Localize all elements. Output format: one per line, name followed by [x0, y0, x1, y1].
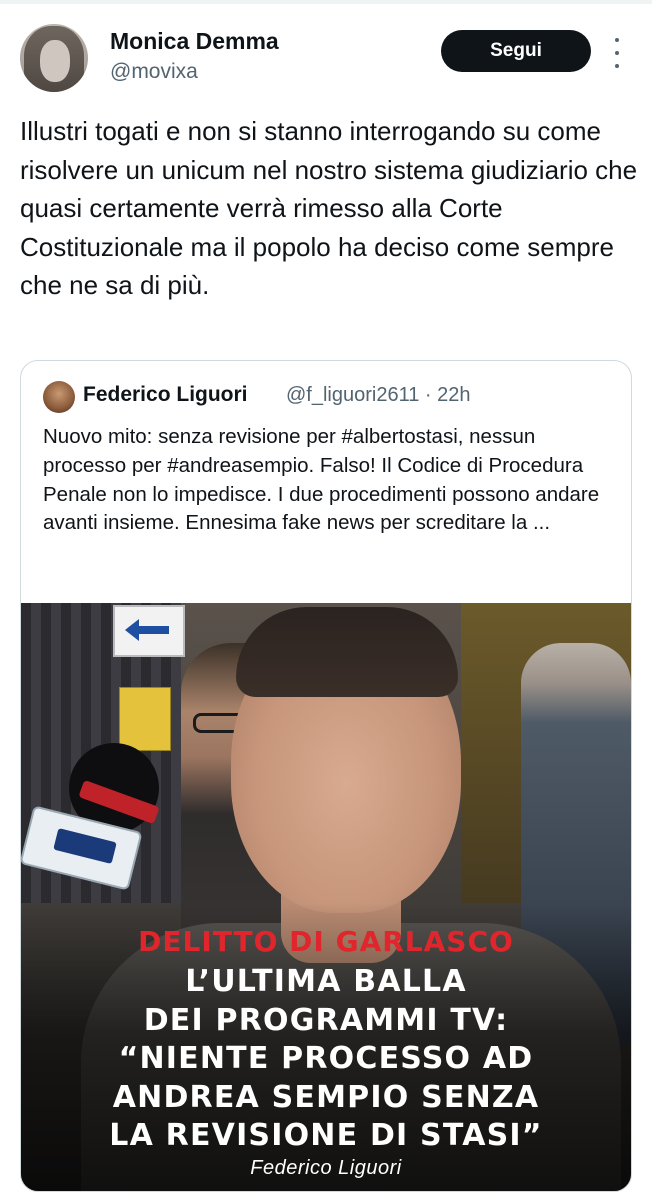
author-display-name[interactable]: Monica Demma: [110, 28, 279, 55]
media-headline-line: LA REVISIONE DI STASI”: [109, 1118, 543, 1153]
tweet-text: Illustri togati e non si stanno interrog…: [20, 116, 638, 301]
quoted-author-name[interactable]: Federico Liguori: [83, 383, 248, 407]
author-avatar[interactable]: [20, 24, 88, 92]
media-headline-line: DEI PROGRAMMI TV:: [143, 1002, 509, 1038]
media-headline-line: “NIENTE PROCESSO AD: [118, 1041, 534, 1076]
subject-hair: [236, 607, 458, 697]
quoted-tweet-text: Nuovo mito: senza revisione per #alberto…: [43, 425, 600, 535]
media-headline-red: DELITTO DI GARLASCO: [138, 925, 514, 958]
more-vertical-icon[interactable]: [609, 38, 625, 68]
quoted-author-handle-time: @f_liguori2611 · 22h: [286, 384, 471, 406]
notice-sign: [119, 687, 171, 751]
author-handle[interactable]: @movixa: [110, 60, 198, 84]
top-divider: [0, 0, 652, 4]
quoted-tweet[interactable]: Federico Liguori @f_liguori2611 · 22h Nu…: [20, 360, 632, 1192]
quoted-author-avatar[interactable]: [43, 381, 75, 413]
media-headline: L’ULTIMA BALLA DEI PROGRAMMI TV: “NIENTE…: [21, 963, 631, 1156]
media-headline-line: L’ULTIMA BALLA: [185, 964, 467, 999]
media-byline: Federico Liguori: [250, 1157, 402, 1179]
arrow-left-icon: [125, 619, 169, 641]
quoted-media-image[interactable]: DELITTO DI GARLASCO L’ULTIMA BALLA DEI P…: [21, 603, 631, 1191]
follow-button[interactable]: Segui: [441, 30, 591, 72]
media-headline-line: ANDREA SEMPIO SENZA: [112, 1079, 540, 1115]
